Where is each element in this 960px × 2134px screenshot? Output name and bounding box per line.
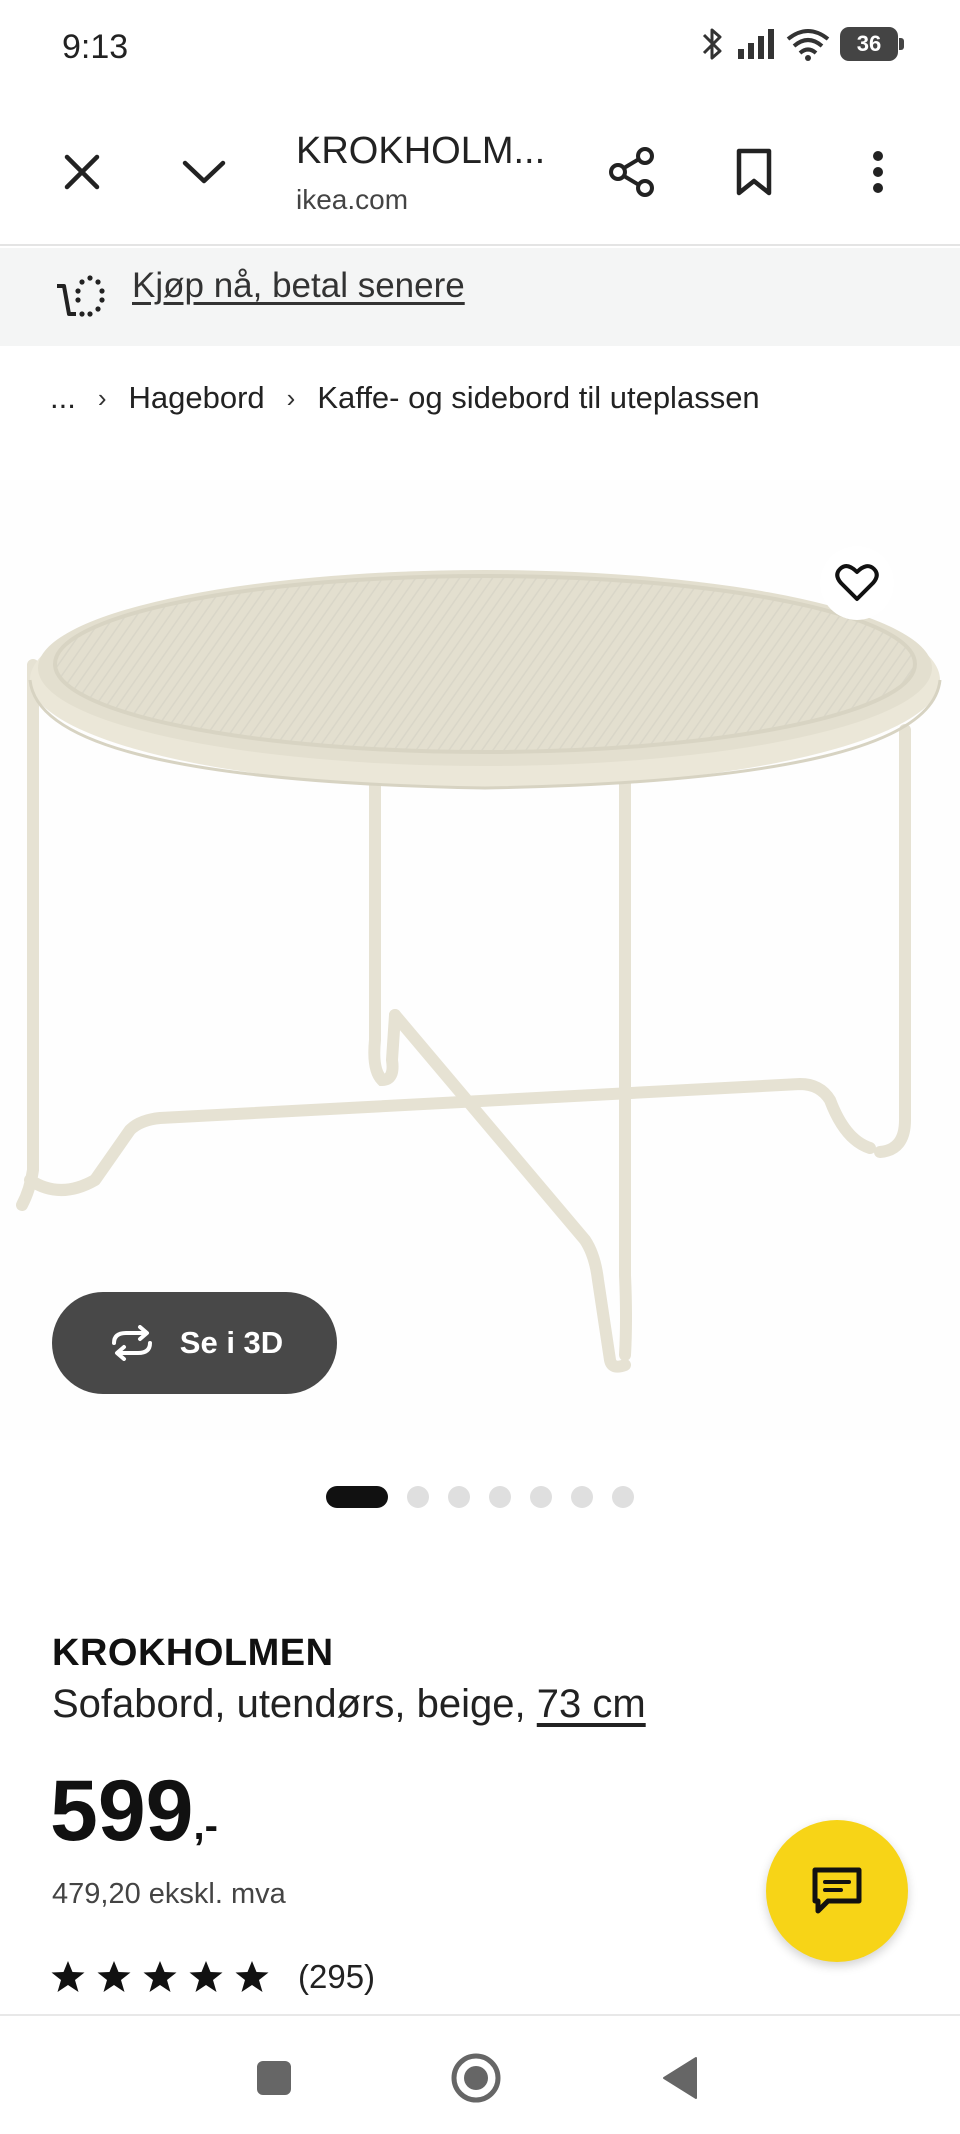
view-in-3d-button[interactable]: Se i 3D xyxy=(52,1292,337,1394)
close-button[interactable] xyxy=(40,130,124,214)
breadcrumb-separator: › xyxy=(97,382,107,413)
pagination-dot-active[interactable] xyxy=(326,1486,388,1508)
bluetooth-icon xyxy=(700,26,726,62)
status-time: 9:13 xyxy=(62,28,129,66)
browser-toolbar: KROKHOLM... ikea.com xyxy=(0,100,960,246)
share-icon xyxy=(609,147,654,197)
image-pagination xyxy=(326,1486,634,1508)
star-icon xyxy=(235,1961,269,1992)
price-ex-vat: 479,20 ekskl. mva xyxy=(52,1878,286,1910)
product-size-link[interactable]: 73 cm xyxy=(537,1682,646,1726)
add-to-wishlist-button[interactable] xyxy=(820,546,894,620)
status-icons: 36 xyxy=(700,26,904,62)
close-icon xyxy=(64,154,100,190)
rating-count: (295) xyxy=(298,1958,376,1995)
back-button[interactable] xyxy=(650,2048,710,2108)
more-vert-icon xyxy=(873,151,883,193)
page-url[interactable]: ikea.com xyxy=(296,184,408,216)
pagination-dot[interactable] xyxy=(571,1486,593,1508)
chat-button[interactable] xyxy=(766,1820,908,1962)
pagination-dot[interactable] xyxy=(612,1486,634,1508)
bookmark-button[interactable] xyxy=(712,130,796,214)
product-description-text: Sofabord, utendørs, beige, xyxy=(52,1682,526,1726)
price-suffix: ,- xyxy=(193,1804,218,1848)
expand-button[interactable] xyxy=(162,130,246,214)
chevron-down-icon xyxy=(182,160,226,184)
chat-bubble-icon xyxy=(812,1867,862,1914)
product-description: Sofabord, utendørs, beige, 73 cm xyxy=(52,1682,646,1727)
breadcrumb-item-category[interactable]: Kaffe- og sidebord til uteplassen xyxy=(317,380,759,416)
star-icon xyxy=(97,1961,131,1992)
product-name: KROKHOLMEN xyxy=(52,1632,334,1674)
share-button[interactable] xyxy=(590,130,674,214)
star-icon xyxy=(143,1961,177,1992)
breadcrumb-separator: › xyxy=(286,382,296,413)
bookmark-icon xyxy=(736,148,772,196)
pagination-dot[interactable] xyxy=(448,1486,470,1508)
status-bar: 9:13 36 xyxy=(0,0,960,100)
recents-button[interactable] xyxy=(244,2048,304,2108)
pagination-dot[interactable] xyxy=(407,1486,429,1508)
breadcrumb-item-more[interactable]: ... xyxy=(50,380,76,416)
star-icon xyxy=(51,1961,85,1992)
view-in-3d-label: Se i 3D xyxy=(179,1325,284,1360)
promo-banner: Kjøp nå, betal senere xyxy=(0,248,960,346)
recents-square-icon xyxy=(257,2061,291,2095)
pagination-dot[interactable] xyxy=(489,1486,511,1508)
battery-icon: 36 xyxy=(840,27,904,61)
price-main: 599 xyxy=(50,1763,194,1859)
heart-icon xyxy=(835,564,879,601)
buy-now-pay-later-link[interactable]: Kjøp nå, betal senere xyxy=(132,266,465,306)
page-title[interactable]: KROKHOLM... xyxy=(296,130,545,173)
signal-icon xyxy=(736,27,776,61)
pagination-dot[interactable] xyxy=(530,1486,552,1508)
star-icon xyxy=(189,1961,223,1992)
breadcrumb-item-hagebord[interactable]: Hagebord xyxy=(129,380,265,416)
cart-dotted-icon xyxy=(54,268,110,324)
home-button[interactable] xyxy=(446,2048,506,2108)
breadcrumb: ... › Hagebord › Kaffe- og sidebord til … xyxy=(50,380,760,416)
rotate-3d-icon xyxy=(111,1325,152,1361)
system-nav-bar xyxy=(0,2014,960,2134)
product-price: 599 ,- xyxy=(50,1768,218,1854)
product-rating[interactable]: (295) xyxy=(50,1958,375,1996)
home-circle-icon xyxy=(451,2053,501,2103)
back-triangle-icon xyxy=(663,2057,697,2099)
more-menu-button[interactable] xyxy=(836,130,920,214)
wifi-icon xyxy=(786,27,830,61)
